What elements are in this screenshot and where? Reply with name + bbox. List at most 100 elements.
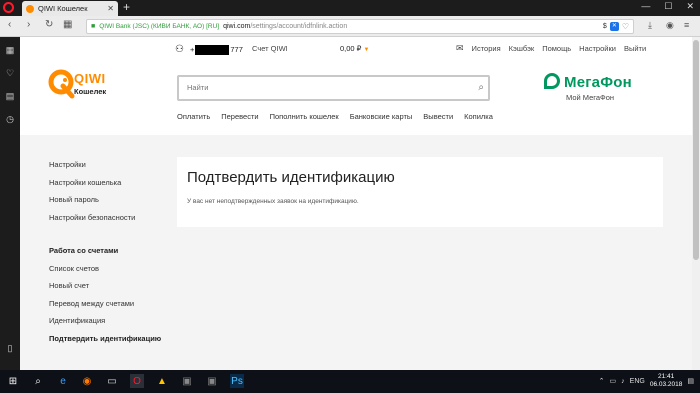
tray-chevron-icon[interactable]: ⌃ bbox=[599, 377, 605, 385]
megafon-banner[interactable]: МегаФон Мой МегаФон bbox=[544, 73, 632, 102]
app-window-icon[interactable]: ▣ bbox=[180, 374, 194, 388]
download-icon[interactable]: ⤓ bbox=[648, 20, 652, 31]
menu-settings[interactable]: Настройки bbox=[49, 160, 161, 178]
reload-icon[interactable]: ↻ bbox=[45, 19, 53, 30]
ssl-label: QIWI Bank (JSC) (КИВИ БАНК, АО) [RU] bbox=[99, 23, 220, 30]
opera-sidebar: ▦ ♡ ▤ ◷ ▯ bbox=[0, 37, 20, 370]
nav-withdraw[interactable]: Вывести bbox=[423, 112, 453, 121]
vpn-extension-icon[interactable]: ✕ bbox=[609, 22, 619, 31]
speed-dial-icon[interactable]: ▦ bbox=[63, 19, 72, 30]
search-box: ⌕ bbox=[177, 75, 490, 101]
content-card: Подтвердить идентификацию У вас нет непо… bbox=[177, 157, 663, 227]
minimize-icon[interactable]: — bbox=[641, 1, 650, 12]
mail-icon[interactable]: ✉ bbox=[456, 43, 464, 54]
qiwi-logo-word: QIWI bbox=[74, 71, 106, 86]
search-input[interactable] bbox=[187, 83, 437, 92]
opera-menu-icon[interactable] bbox=[3, 2, 14, 13]
nav-bank-cards[interactable]: Банковские карты bbox=[350, 112, 413, 121]
clock[interactable]: 21:41 06.03.2018 bbox=[650, 373, 683, 389]
nav-transfer[interactable]: Перевести bbox=[221, 112, 258, 121]
menu-new-password[interactable]: Новый пароль bbox=[49, 195, 161, 213]
clock-time: 21:41 bbox=[657, 373, 675, 380]
user-phone[interactable]: ⚇ + 777 bbox=[175, 44, 243, 55]
lock-icon: ■ bbox=[91, 23, 96, 30]
forward-icon[interactable]: › bbox=[27, 19, 30, 30]
megafon-logo: МегаФон bbox=[544, 73, 632, 91]
browser-titlebar: QIWI Кошелек ✕ + — ☐ ✕ bbox=[0, 0, 700, 16]
back-icon[interactable]: ‹ bbox=[8, 19, 11, 30]
menu-transfer-between[interactable]: Перевод между счетами bbox=[49, 299, 161, 317]
windows-start-icon[interactable]: ⊞ bbox=[6, 374, 20, 388]
search-taskbar-icon[interactable]: ⌕ bbox=[31, 374, 45, 388]
ruble-extension-icon[interactable]: $ bbox=[603, 23, 607, 30]
balance-dropdown-icon: ▼ bbox=[363, 47, 370, 53]
nav-topup[interactable]: Пополнить кошелек bbox=[270, 112, 339, 121]
browser-tab[interactable]: QIWI Кошелек ✕ bbox=[22, 1, 118, 16]
qiwi-logo-sub: Кошелек bbox=[74, 87, 107, 96]
bookmarks-heart-icon[interactable]: ♡ bbox=[5, 68, 15, 79]
nav-settings[interactable]: Настройки bbox=[579, 44, 616, 53]
url-text[interactable]: qiwi.com/settings/account/idfnlink.actio… bbox=[223, 23, 599, 30]
balance-value: 0,00 ₽ bbox=[340, 44, 362, 53]
clock-date: 06.03.2018 bbox=[649, 381, 683, 388]
redacted-phone bbox=[195, 44, 230, 55]
maximize-icon[interactable]: ☐ bbox=[664, 1, 672, 12]
account-label[interactable]: Счет QIWI bbox=[252, 44, 288, 53]
nav-pay[interactable]: Оплатить bbox=[177, 112, 210, 121]
opera-taskbar-icon[interactable]: O bbox=[130, 374, 144, 388]
qiwi-logo[interactable]: QIWI Кошелек bbox=[48, 69, 118, 105]
url-bar[interactable]: ■ QIWI Bank (JSC) (КИВИ БАНК, АО) [RU] q… bbox=[86, 19, 634, 34]
search-icon[interactable]: ⌕ bbox=[478, 82, 484, 93]
url-domain: qiwi.com bbox=[223, 23, 251, 30]
top-navigation: ✉ История Кэшбэк Помощь Настройки Выйти bbox=[456, 43, 646, 54]
explorer-icon[interactable]: ▭ bbox=[105, 374, 119, 388]
close-window-icon[interactable]: ✕ bbox=[686, 1, 694, 12]
nav-piggybank[interactable]: Копилка bbox=[464, 112, 493, 121]
new-tab-button[interactable]: + bbox=[123, 0, 130, 14]
app-terminal-icon[interactable]: ▣ bbox=[205, 374, 219, 388]
page-title: Подтвердить идентификацию bbox=[187, 169, 395, 186]
settings-menu: Настройки Настройки кошелька Новый парол… bbox=[49, 160, 161, 351]
menu-new-invoice[interactable]: Новый счет bbox=[49, 281, 161, 299]
edge-icon[interactable]: e bbox=[56, 374, 70, 388]
firefox-icon[interactable]: ◉ bbox=[80, 374, 94, 388]
phone-prefix: + bbox=[189, 45, 195, 54]
menu-confirm-identification[interactable]: Подтвердить идентификацию bbox=[49, 334, 161, 352]
page-scrollbar[interactable] bbox=[692, 37, 700, 370]
url-path: /settings/account/idfnlink.action bbox=[250, 23, 348, 30]
tray-monitor-icon[interactable]: ▭ bbox=[610, 377, 617, 385]
user-icon: ⚇ bbox=[175, 44, 184, 55]
windows-taskbar: ⊞ ⌕ e ◉ ▭ O ▲ ▣ ▣ Ps ⌃ ▭ ♪ ENG 21:41 06.… bbox=[0, 370, 700, 393]
news-icon[interactable]: ▤ bbox=[5, 91, 15, 102]
tab-title: QIWI Кошелек bbox=[38, 4, 88, 13]
scrollbar-thumb[interactable] bbox=[693, 40, 699, 260]
nav-history[interactable]: История bbox=[472, 44, 501, 53]
balance[interactable]: 0,00 ₽ ▼ bbox=[340, 44, 370, 53]
menu-accounts-heading: Работа со счетами bbox=[49, 246, 119, 255]
nav-logout[interactable]: Выйти bbox=[624, 44, 646, 53]
notifications-icon[interactable]: ▤ bbox=[687, 377, 694, 385]
menu-invoice-list[interactable]: Список счетов bbox=[49, 264, 161, 282]
qiwi-favicon-icon bbox=[26, 4, 34, 13]
qiwi-logo-icon bbox=[48, 69, 75, 99]
sidebar-toggle-icon[interactable]: ▯ bbox=[5, 343, 15, 354]
history-clock-icon[interactable]: ◷ bbox=[5, 114, 15, 125]
snapshot-icon[interactable]: ◉ bbox=[666, 20, 674, 31]
megafon-sub: Мой МегаФон bbox=[566, 93, 615, 102]
photoshop-icon[interactable]: Ps bbox=[230, 374, 244, 388]
nav-cashback[interactable]: Кэшбэк bbox=[509, 44, 535, 53]
menu-identification[interactable]: Идентификация bbox=[49, 316, 161, 334]
empty-message: У вас нет неподтвержденных заявок на иде… bbox=[187, 198, 359, 205]
speed-dial-sidebar-icon[interactable]: ▦ bbox=[5, 45, 15, 56]
extensions-menu-icon[interactable]: ≡ bbox=[684, 20, 689, 30]
address-toolbar: ‹ › ↻ ▦ ■ QIWI Bank (JSC) (КИВИ БАНК, АО… bbox=[0, 16, 700, 37]
bookmark-heart-icon[interactable]: ♡ bbox=[622, 22, 629, 31]
megafon-leaf-icon bbox=[544, 73, 560, 89]
tab-close-icon[interactable]: ✕ bbox=[107, 4, 114, 13]
menu-security-settings[interactable]: Настройки безопасности bbox=[49, 213, 161, 231]
app-warning-icon[interactable]: ▲ bbox=[155, 374, 169, 388]
nav-help[interactable]: Помощь bbox=[542, 44, 571, 53]
menu-wallet-settings[interactable]: Настройки кошелька bbox=[49, 178, 161, 196]
tray-volume-icon[interactable]: ♪ bbox=[621, 378, 625, 385]
keyboard-language[interactable]: ENG bbox=[630, 378, 645, 385]
